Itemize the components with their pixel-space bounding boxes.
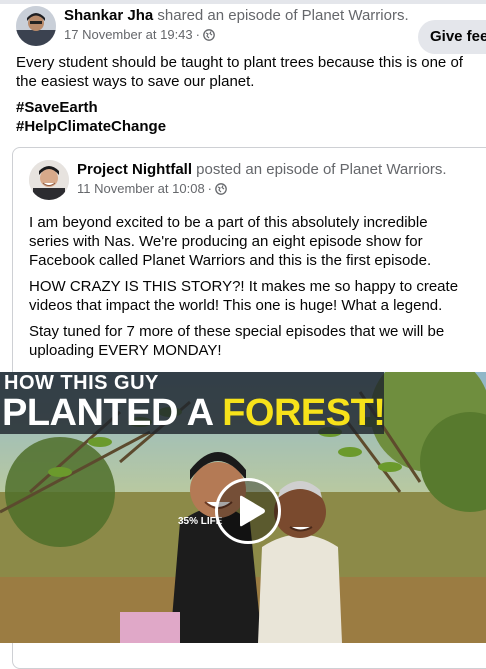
top-divider — [0, 0, 486, 4]
give-feedback-button[interactable]: Give fee — [418, 20, 486, 54]
play-icon — [240, 495, 265, 527]
hashtag-link[interactable]: #HelpClimateChange — [16, 117, 166, 136]
hashtag-list: #SaveEarth #HelpClimateChange — [16, 98, 166, 136]
shared-post-action-text: posted an episode of Planet Warriors. — [192, 161, 447, 178]
globe-icon — [215, 183, 227, 195]
video-player[interactable]: 35% LIFE HOW THIS GUY PLANTED A FOREST! — [0, 372, 486, 643]
author-name[interactable]: Shankar Jha — [64, 7, 153, 24]
post-title-line: Shankar Jha shared an episode of Planet … — [64, 7, 409, 25]
author-avatar[interactable] — [16, 6, 56, 46]
shared-post-header: Project Nightfall posted an episode of P… — [29, 160, 479, 200]
shared-post-paragraph: I am beyond excited to be a part of this… — [29, 214, 432, 269]
post-text: Every student should be taught to plant … — [16, 54, 463, 90]
shared-post-paragraph: Stay tuned for 7 more of these special e… — [29, 323, 445, 359]
post-action-text: shared an episode of Planet Warriors. — [153, 7, 409, 24]
shared-post-date-line: 11 November at 10:08 · — [77, 181, 447, 197]
post-timestamp[interactable]: 17 November at 19:43 — [64, 27, 193, 43]
shared-post-meta: Project Nightfall posted an episode of P… — [77, 161, 447, 197]
meta-separator: · — [207, 181, 213, 196]
video-title-highlight: FOREST! — [222, 392, 386, 434]
shared-post-body: I am beyond excited to be a part of this… — [29, 213, 459, 367]
meta-separator: · — [195, 27, 200, 42]
shared-post-title-line: Project Nightfall posted an episode of P… — [77, 161, 447, 179]
play-button[interactable] — [215, 478, 281, 544]
video-title-part1: PLANTED A — [2, 392, 223, 434]
video-title-line2: PLANTED A FOREST! — [2, 392, 386, 435]
shared-author-name[interactable]: Project Nightfall — [77, 161, 192, 178]
post-date-line: 17 November at 19:43 · — [64, 27, 409, 43]
shared-post-timestamp[interactable]: 11 November at 10:08 — [77, 181, 205, 197]
shared-author-avatar[interactable] — [29, 160, 69, 200]
post-header: Shankar Jha shared an episode of Planet … — [16, 6, 486, 46]
hashtag-link[interactable]: #SaveEarth — [16, 98, 166, 117]
post-meta: Shankar Jha shared an episode of Planet … — [64, 7, 409, 43]
shared-post-paragraph: HOW CRAZY IS THIS STORY?! It makes me so… — [29, 278, 459, 314]
globe-icon — [203, 29, 215, 41]
